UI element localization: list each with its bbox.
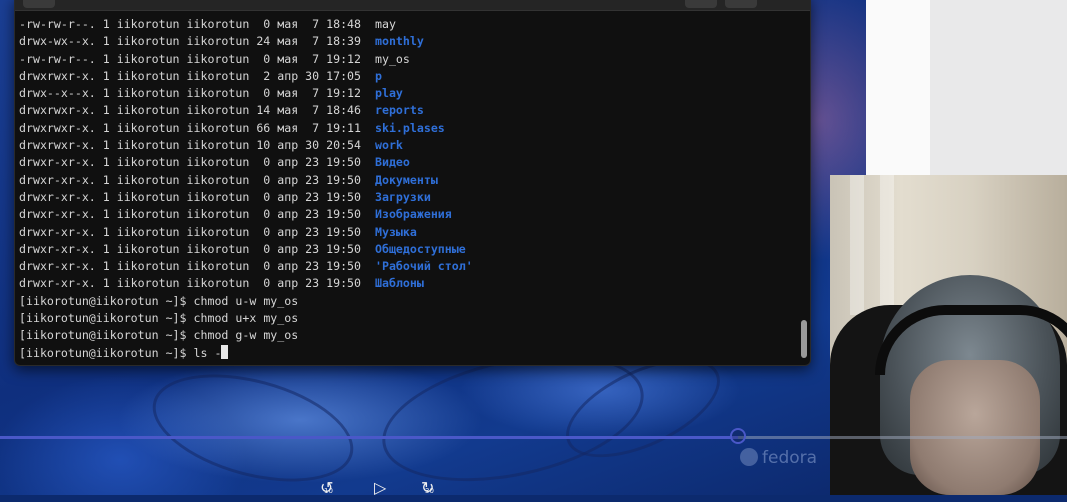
browser-window-fragment <box>866 0 930 175</box>
rewind-10-icon[interactable]: ↺ 10 <box>320 478 333 497</box>
file-metadata: drwxrwxr-x. <box>19 68 96 83</box>
terminal-listing-line: drwxr-xr-x. 1 iikorotun iikorotun 0 апр … <box>19 258 789 275</box>
terminal-listing-line: drwxr-xr-x. 1 iikorotun iikorotun 0 апр … <box>19 224 789 241</box>
file-details: 1 iikorotun iikorotun 14 мая 7 18:46 <box>95 103 375 118</box>
directory-name: Загрузки <box>374 189 431 204</box>
terminal-scrollbar[interactable] <box>801 320 807 358</box>
directory-name: ski.plases <box>374 120 445 135</box>
file-details: 1 iikorotun iikorotun 0 апр 23 19:50 <box>95 276 375 291</box>
file-metadata: drwx-wx--x. <box>19 34 96 49</box>
fedora-watermark-text: fedora <box>762 448 818 468</box>
terminal-listing-line: drwxr-xr-x. 1 iikorotun iikorotun 0 апр … <box>19 189 789 206</box>
shell-prompt: [iikorotun@iikorotun ~]$ <box>19 293 194 308</box>
directory-name: Общедоступные <box>374 241 466 256</box>
terminal-output[interactable]: -rw-rw-r--. 1 iikorotun iikorotun 0 мая … <box>19 16 789 362</box>
play-icon[interactable]: ▷ <box>374 478 386 497</box>
shell-prompt: [iikorotun@iikorotun ~]$ <box>19 311 194 326</box>
directory-name: Изображения <box>374 207 452 222</box>
file-metadata: drwxr-xr-x. <box>19 207 96 222</box>
file-metadata: drwxr-xr-x. <box>19 276 96 291</box>
rewind-seconds: 10 <box>324 487 333 495</box>
file-details: 1 iikorotun iikorotun 0 апр 23 19:50 <box>95 224 375 239</box>
terminal-command-line: [iikorotun@iikorotun ~]$ chmod u+x my_os <box>19 310 789 327</box>
file-metadata: drwxr-xr-x. <box>19 172 96 187</box>
file-details: 1 iikorotun iikorotun 10 апр 30 20:54 <box>95 138 375 153</box>
fedora-logo-icon <box>740 448 758 466</box>
file-details: 1 iikorotun iikorotun 2 апр 30 17:05 <box>95 68 375 83</box>
terminal-search-button[interactable] <box>685 0 717 8</box>
file-details: 1 iikorotun iikorotun 0 мая 7 18:48 <box>95 17 375 31</box>
terminal-input-line[interactable]: [iikorotun@iikorotun ~]$ ls - <box>19 344 789 362</box>
shell-command: chmod g-w my_os <box>193 328 299 343</box>
file-metadata: drwxrwxr-x. <box>19 138 96 153</box>
terminal-listing-line: drwxr-xr-x. 1 iikorotun iikorotun 0 апр … <box>19 206 789 223</box>
file-metadata: drwxrwxr-x. <box>19 120 96 135</box>
terminal-listing-line: drwx--x--x. 1 iikorotun iikorotun 0 мая … <box>19 85 789 102</box>
terminal-listing-line: drwxrwxr-x. 1 iikorotun iikorotun 66 мая… <box>19 120 789 137</box>
terminal-listing-line: drwxrwxr-x. 1 iikorotun iikorotun 10 апр… <box>19 137 789 154</box>
terminal-listing-line: drwx-wx--x. 1 iikorotun iikorotun 24 мая… <box>19 33 789 50</box>
file-metadata: drwxr-xr-x. <box>19 241 96 256</box>
terminal-window[interactable]: -rw-rw-r--. 1 iikorotun iikorotun 0 мая … <box>14 0 811 366</box>
directory-name: Документы <box>374 172 438 187</box>
directory-name: p <box>374 68 382 83</box>
file-details: 1 iikorotun iikorotun 0 апр 23 19:50 <box>95 207 375 222</box>
shell-command: chmod u-w my_os <box>193 293 299 308</box>
terminal-command-line: [iikorotun@iikorotun ~]$ chmod u-w my_os <box>19 293 789 310</box>
shell-prompt: [iikorotun@iikorotun ~]$ <box>19 328 194 343</box>
directory-name: Шаблоны <box>374 276 424 291</box>
file-details: 1 iikorotun iikorotun 0 апр 23 19:50 <box>95 259 375 274</box>
file-metadata: -rw-rw-r--. <box>19 51 96 66</box>
terminal-command-line: [iikorotun@iikorotun ~]$ chmod g-w my_os <box>19 327 789 344</box>
file-metadata: drwxr-xr-x. <box>19 155 96 170</box>
terminal-listing-line: -rw-rw-r--. 1 iikorotun iikorotun 0 мая … <box>19 16 789 33</box>
terminal-listing-line: drwxr-xr-x. 1 iikorotun iikorotun 0 апр … <box>19 275 789 292</box>
directory-name: Музыка <box>374 224 417 239</box>
fedora-watermark: fedora <box>740 448 817 468</box>
webcam-overlay <box>830 175 1067 495</box>
file-metadata: drwxr-xr-x. <box>19 189 96 204</box>
file-details: 1 iikorotun iikorotun 0 апр 23 19:50 <box>95 189 375 204</box>
file-metadata: drwxrwxr-x. <box>19 103 96 118</box>
terminal-listing-line: drwxr-xr-x. 1 iikorotun iikorotun 0 апр … <box>19 172 789 189</box>
terminal-listing-line: drwxr-xr-x. 1 iikorotun iikorotun 0 апр … <box>19 154 789 171</box>
file-details: 1 iikorotun iikorotun 0 апр 23 19:50 <box>95 172 375 187</box>
file-name: my_os <box>374 51 410 66</box>
file-metadata: drwxr-xr-x. <box>19 259 96 274</box>
directory-name: play <box>374 86 403 101</box>
person-face <box>910 360 1040 495</box>
directory-name: 'Рабочий стол' <box>374 259 473 274</box>
forward-seconds: 30 <box>425 487 434 495</box>
terminal-menu-button[interactable] <box>23 0 55 8</box>
terminal-listing-line: drwxrwxr-x. 1 iikorotun iikorotun 2 апр … <box>19 68 789 85</box>
video-progress-fill <box>0 436 739 439</box>
forward-30-icon[interactable]: ↻ 30 <box>421 478 434 497</box>
file-name: may <box>374 17 396 31</box>
terminal-listing-line: drwxr-xr-x. 1 iikorotun iikorotun 0 апр … <box>19 241 789 258</box>
browser-window-fragment <box>930 0 1067 175</box>
terminal-listing-line: -rw-rw-r--. 1 iikorotun iikorotun 0 мая … <box>19 51 789 68</box>
file-details: 1 iikorotun iikorotun 0 мая 7 19:12 <box>95 86 375 101</box>
file-metadata: drwx--x--x. <box>19 86 96 101</box>
file-details: 1 iikorotun iikorotun 66 мая 7 19:11 <box>95 120 375 135</box>
shell-prompt: [iikorotun@iikorotun ~]$ <box>19 345 194 360</box>
file-metadata: -rw-rw-r--. <box>19 17 96 31</box>
shell-command: chmod u+x my_os <box>193 311 299 326</box>
file-details: 1 iikorotun iikorotun 24 мая 7 18:39 <box>95 34 375 49</box>
file-details: 1 iikorotun iikorotun 0 апр 23 19:50 <box>95 155 375 170</box>
directory-name: Видео <box>374 155 410 170</box>
file-details: 1 iikorotun iikorotun 0 апр 23 19:50 <box>95 241 375 256</box>
directory-name: monthly <box>374 34 424 49</box>
terminal-header-bar[interactable] <box>15 0 810 11</box>
terminal-listing-line: drwxrwxr-x. 1 iikorotun iikorotun 14 мая… <box>19 102 789 119</box>
terminal-options-button[interactable] <box>725 0 757 8</box>
file-details: 1 iikorotun iikorotun 0 мая 7 19:12 <box>95 51 375 66</box>
shell-current-input[interactable]: ls - <box>194 346 222 360</box>
directory-name: reports <box>374 103 424 118</box>
file-metadata: drwxr-xr-x. <box>19 224 96 239</box>
directory-name: work <box>374 138 403 153</box>
text-cursor <box>221 344 229 359</box>
